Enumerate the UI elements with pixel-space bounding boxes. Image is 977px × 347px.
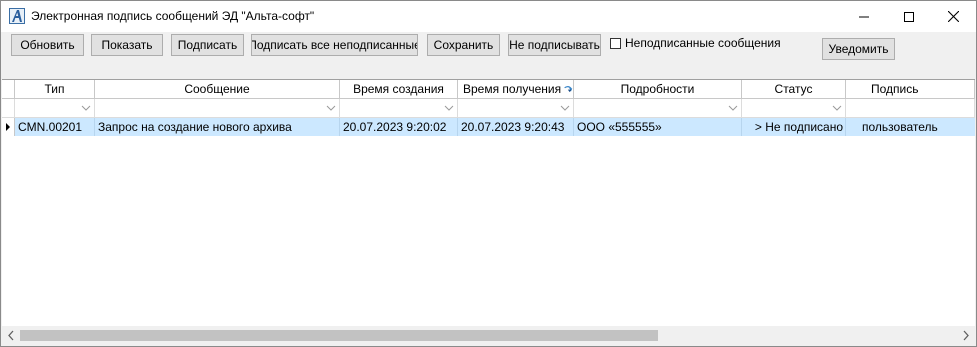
title-bar: Электронная подпись сообщений ЭД "Альта-… bbox=[1, 1, 976, 32]
scroll-right-icon[interactable] bbox=[960, 326, 972, 345]
minimize-icon bbox=[859, 16, 869, 17]
filter-corner bbox=[2, 99, 15, 118]
messages-grid: Тип Сообщение Время создания Время получ… bbox=[2, 79, 975, 327]
filter-signature[interactable] bbox=[846, 99, 975, 118]
sort-descending-icon bbox=[564, 85, 573, 93]
maximize-icon bbox=[904, 11, 914, 22]
cell-created[interactable]: 20.07.2023 9:20:02 bbox=[340, 118, 458, 136]
filter-details[interactable] bbox=[574, 99, 742, 118]
header-corner bbox=[2, 80, 15, 99]
window-title: Электронная подпись сообщений ЭД "Альта-… bbox=[31, 9, 315, 23]
filter-message[interactable] bbox=[95, 99, 340, 118]
cell-received[interactable]: 20.07.2023 9:20:43 bbox=[458, 118, 574, 136]
column-header-message[interactable]: Сообщение bbox=[95, 80, 340, 99]
close-icon bbox=[947, 11, 959, 22]
scroll-left-icon[interactable] bbox=[5, 326, 17, 345]
column-header-received[interactable]: Время получения bbox=[458, 80, 574, 99]
cell-message[interactable]: Запрос на создание нового архива bbox=[95, 118, 340, 136]
chevron-down-icon bbox=[560, 105, 570, 111]
chevron-down-icon bbox=[326, 105, 336, 111]
save-button[interactable]: Сохранить bbox=[427, 34, 500, 56]
chevron-down-icon bbox=[81, 105, 91, 111]
column-header-type[interactable]: Тип bbox=[15, 80, 95, 99]
minimize-button[interactable] bbox=[841, 1, 887, 32]
chevron-down-icon bbox=[444, 105, 454, 111]
chevron-down-icon bbox=[728, 105, 738, 111]
horizontal-scrollbar[interactable] bbox=[2, 326, 975, 345]
column-header-details[interactable]: Подробности bbox=[574, 80, 742, 99]
scrollbar-thumb[interactable] bbox=[20, 330, 658, 341]
sign-button[interactable]: Подписать bbox=[171, 34, 244, 56]
unsigned-filter-checkbox[interactable] bbox=[610, 37, 621, 49]
column-header-created[interactable]: Время создания bbox=[340, 80, 458, 99]
cell-status[interactable]: > Не подписано bbox=[742, 118, 846, 136]
notify-button[interactable]: Уведомить bbox=[822, 38, 895, 60]
column-header-status[interactable]: Статус bbox=[742, 80, 846, 99]
sign-all-button[interactable]: Подписать все неподписанные bbox=[251, 34, 418, 56]
cell-signature[interactable]: пользователь bbox=[846, 118, 975, 136]
filter-created[interactable] bbox=[340, 99, 458, 118]
filter-type[interactable] bbox=[15, 99, 95, 118]
refresh-button[interactable]: Обновить bbox=[11, 34, 84, 56]
cell-type[interactable]: CMN.00201 bbox=[15, 118, 95, 136]
column-header-signature[interactable]: Подпись bbox=[846, 80, 975, 99]
show-button[interactable]: Показать bbox=[91, 34, 163, 56]
filter-received[interactable] bbox=[458, 99, 574, 118]
app-window: Электронная подпись сообщений ЭД "Альта-… bbox=[0, 0, 977, 347]
dont-sign-button[interactable]: Не подписывать bbox=[508, 34, 601, 56]
unsigned-filter-label: Неподписанные сообщения bbox=[625, 36, 781, 50]
cell-details[interactable]: ООО «555555» bbox=[574, 118, 742, 136]
row-indicator[interactable] bbox=[2, 118, 15, 136]
app-logo-icon bbox=[9, 8, 25, 24]
filter-status[interactable] bbox=[742, 99, 846, 118]
maximize-button[interactable] bbox=[886, 1, 932, 32]
unsigned-filter[interactable]: Неподписанные сообщения bbox=[610, 36, 781, 50]
current-row-arrow-icon bbox=[6, 123, 10, 131]
close-button[interactable] bbox=[930, 1, 976, 32]
chevron-down-icon bbox=[832, 105, 842, 111]
table-row[interactable]: CMN.00201 Запрос на создание нового архи… bbox=[2, 118, 975, 136]
column-header-received-label: Время получения bbox=[463, 82, 562, 96]
